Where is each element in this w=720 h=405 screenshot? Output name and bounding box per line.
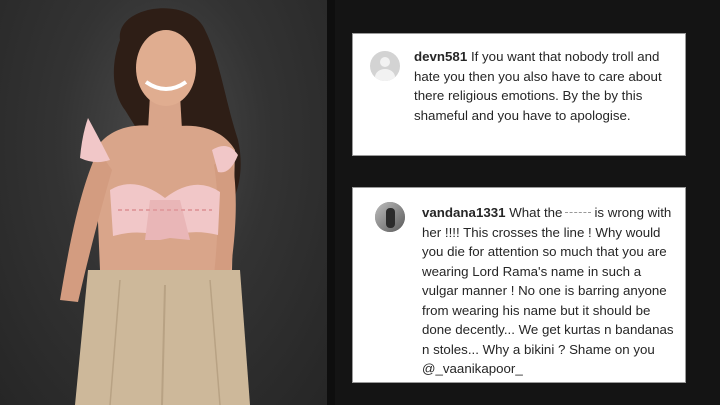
comment-text: devn581 If you want that nobody troll an… <box>414 47 676 125</box>
photo-panel <box>0 0 327 405</box>
censored-word <box>565 211 592 213</box>
panel-divider <box>327 0 335 405</box>
comment-text: vandana1331 What the is wrong with her !!… <box>422 203 680 379</box>
comment-username[interactable]: devn581 <box>414 49 467 64</box>
comment-username[interactable]: vandana1331 <box>422 205 506 220</box>
default-avatar-icon[interactable] <box>370 51 400 81</box>
user-avatar[interactable] <box>375 202 405 232</box>
user-mention-link[interactable]: @_vaanikapoor_ <box>422 361 523 376</box>
comment-card-1: devn581 If you want that nobody troll an… <box>352 33 686 156</box>
comment-body-end: is wrong with her !!!! This crosses the … <box>422 205 674 357</box>
woman-portrait-photo <box>60 8 250 405</box>
comment-body-start: What the <box>509 205 563 220</box>
comment-card-2: vandana1331 What the is wrong with her !!… <box>352 187 686 383</box>
